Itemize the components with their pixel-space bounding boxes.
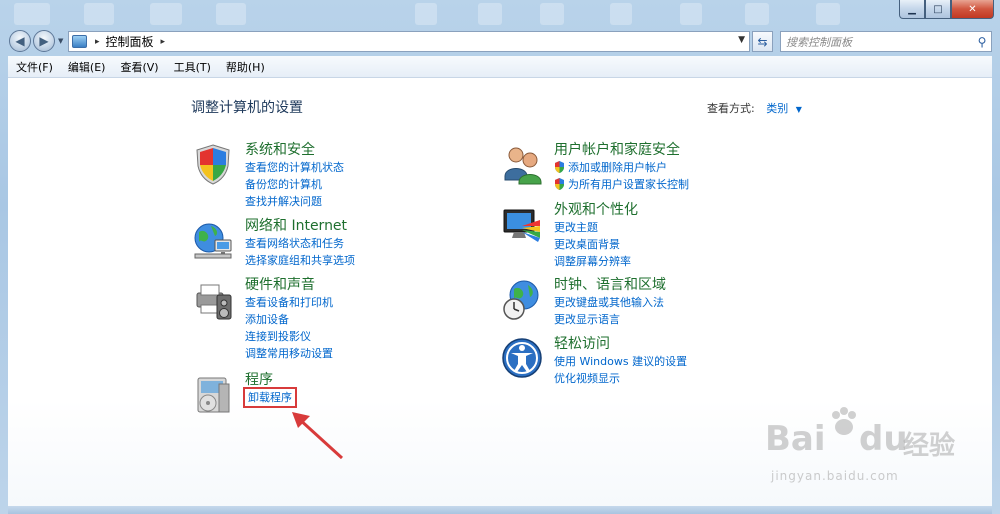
window-frame: ▁ □ ✕ ◀ ▶ ▼ ▸ 控制面板 ▸ ▼ ⇆ 搜索控制面板 ⚲ 文件(F) … (0, 0, 1000, 514)
forward-arrow-icon: ▶ (39, 34, 49, 48)
link-troubleshoot[interactable]: 查找并解决问题 (245, 193, 505, 210)
monitor-palette-icon (503, 209, 540, 242)
breadcrumb-separator[interactable]: ▸ (95, 37, 100, 47)
blurred-desktop-icon (680, 3, 702, 25)
category-title[interactable]: 外观和个性化 (554, 202, 814, 219)
close-button[interactable]: ✕ (951, 0, 994, 19)
link-display-language[interactable]: 更改显示语言 (554, 311, 814, 328)
blurred-desktop-icon (14, 3, 50, 25)
link-mobility-settings[interactable]: 调整常用移动设置 (245, 345, 505, 362)
link-windows-recommended[interactable]: 使用 Windows 建议的设置 (554, 353, 814, 370)
blurred-desktop-icon (84, 3, 114, 25)
uac-shield-icon (555, 161, 564, 173)
watermark-brand-du: du (859, 419, 908, 459)
link-change-theme[interactable]: 更改主题 (554, 219, 814, 236)
link-view-computer-status[interactable]: 查看您的计算机状态 (245, 159, 505, 176)
blurred-desktop-icon (415, 3, 437, 25)
refresh-button[interactable]: ⇆ (752, 31, 773, 52)
maximize-button[interactable]: □ (925, 0, 951, 19)
watermark-brand-cn: 经验 (903, 431, 956, 461)
page-title: 调整计算机的设置 (191, 100, 303, 116)
blurred-desktop-icon (216, 3, 246, 25)
view-by: 查看方式: 类别 ▼ (707, 100, 802, 116)
network-globe-icon (194, 223, 232, 259)
category-title[interactable]: 轻松访问 (554, 336, 814, 353)
category-title[interactable]: 用户帐户和家庭安全 (554, 142, 814, 159)
menu-edit[interactable]: 编辑(E) (68, 59, 106, 75)
link-change-keyboard[interactable]: 更改键盘或其他输入法 (554, 294, 814, 311)
globe-clock-icon (503, 280, 539, 320)
breadcrumb-separator[interactable]: ▸ (161, 37, 166, 47)
search-input[interactable]: 搜索控制面板 (786, 34, 973, 50)
baidu-paw-icon (832, 407, 856, 435)
search-icon[interactable]: ⚲ (973, 35, 991, 49)
link-label[interactable]: 为所有用户设置家长控制 (568, 178, 689, 191)
category-title[interactable]: 程序 (245, 372, 505, 389)
back-button[interactable]: ◀ (9, 30, 31, 52)
ease-of-access-icon (502, 338, 542, 378)
link-screen-resolution[interactable]: 调整屏幕分辨率 (554, 253, 814, 270)
link-network-status[interactable]: 查看网络状态和任务 (245, 235, 505, 252)
refresh-icon: ⇆ (757, 34, 768, 49)
menu-view[interactable]: 查看(V) (120, 59, 158, 75)
blurred-desktop-icon (816, 3, 840, 25)
shield-icon (196, 144, 230, 185)
link-backup-computer[interactable]: 备份您的计算机 (245, 176, 505, 193)
blurred-desktop-icon (540, 3, 564, 25)
window-controls: ▁ □ ✕ (899, 0, 994, 20)
blurred-desktop-icon (150, 3, 182, 25)
menu-help[interactable]: 帮助(H) (226, 59, 265, 75)
back-arrow-icon: ◀ (15, 34, 25, 48)
breadcrumb-control-panel[interactable]: 控制面板 (106, 33, 154, 50)
link-desktop-background[interactable]: 更改桌面背景 (554, 236, 814, 253)
link-uninstall-program[interactable]: 卸载程序 (243, 387, 505, 408)
baidu-watermark: Bai du 经验 jingyan.baidu.com (765, 405, 965, 495)
annotation-arrow-icon (292, 412, 344, 460)
minimize-button[interactable]: ▁ (899, 0, 925, 19)
printer-speaker-icon (196, 284, 232, 320)
blurred-desktop-icon (610, 3, 632, 25)
uac-shield-icon (555, 178, 564, 190)
address-bar[interactable]: ▸ 控制面板 ▸ ▼ (68, 31, 750, 52)
recent-pages-dropdown[interactable]: ▼ (58, 37, 63, 45)
watermark-url: jingyan.baidu.com (771, 469, 899, 483)
window-bottom-border (8, 506, 992, 514)
control-panel-icon (72, 35, 87, 48)
annotation-highlight-box[interactable]: 卸载程序 (243, 387, 297, 408)
link-optimize-display[interactable]: 优化视频显示 (554, 370, 814, 387)
title-bar: ▁ □ ✕ (0, 0, 1000, 30)
category-title[interactable]: 硬件和声音 (245, 277, 505, 294)
forward-button[interactable]: ▶ (33, 30, 55, 52)
control-panel-content: 调整计算机的设置 查看方式: 类别 ▼ 系统和安全 查看您的计算机状态 备份您的… (8, 78, 992, 506)
address-row: ◀ ▶ ▼ ▸ 控制面板 ▸ ▼ ⇆ 搜索控制面板 ⚲ (0, 28, 1000, 54)
chevron-down-icon[interactable]: ▼ (796, 105, 802, 114)
menu-file[interactable]: 文件(F) (16, 59, 53, 75)
link-add-device[interactable]: 添加设备 (245, 311, 505, 328)
watermark-brand: Bai (765, 419, 826, 459)
category-title[interactable]: 系统和安全 (245, 142, 505, 159)
link-homegroup-sharing[interactable]: 选择家庭组和共享选项 (245, 252, 505, 269)
blurred-desktop-icon (478, 3, 502, 25)
menu-tools[interactable]: 工具(T) (174, 59, 211, 75)
link-parental-controls[interactable]: 为所有用户设置家长控制 (554, 176, 814, 193)
category-title[interactable]: 时钟、语言和区域 (554, 277, 814, 294)
link-connect-projector[interactable]: 连接到投影仪 (245, 328, 505, 345)
programs-disc-icon (197, 377, 230, 413)
users-icon (504, 147, 542, 185)
link-label[interactable]: 添加或删除用户帐户 (568, 161, 667, 174)
search-box[interactable]: 搜索控制面板 ⚲ (780, 31, 992, 52)
view-by-label: 查看方式: (707, 102, 755, 115)
view-by-dropdown[interactable]: 类别 (766, 102, 788, 115)
menu-bar: 文件(F) 编辑(E) 查看(V) 工具(T) 帮助(H) (8, 56, 992, 78)
blurred-desktop-icon (745, 3, 769, 25)
link-devices-printers[interactable]: 查看设备和打印机 (245, 294, 505, 311)
category-title[interactable]: 网络和 Internet (245, 218, 505, 235)
address-dropdown-icon[interactable]: ▼ (738, 35, 745, 45)
link-add-remove-users[interactable]: 添加或删除用户帐户 (554, 159, 814, 176)
